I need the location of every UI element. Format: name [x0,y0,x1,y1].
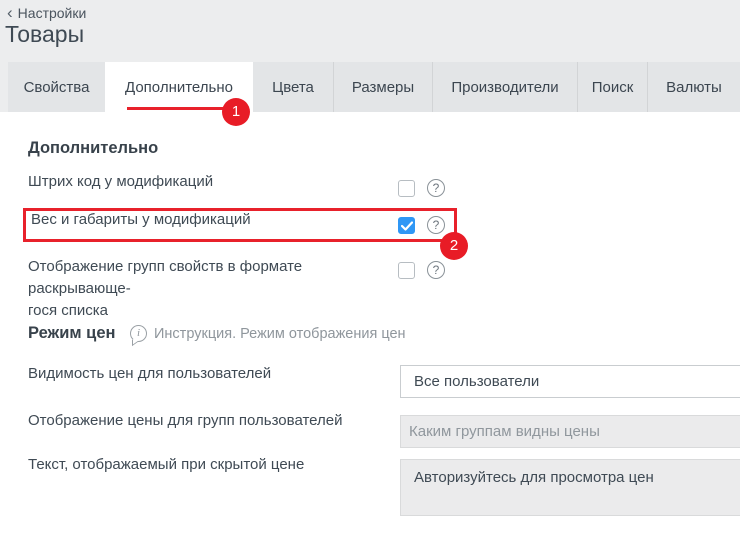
info-bubble-icon: i [130,325,147,342]
checkbox-property-groups-dropdown[interactable] [398,262,415,279]
price-visibility-select[interactable] [400,365,740,398]
section-heading-additional: Дополнительно [28,139,158,158]
back-link-settings[interactable]: ‹ Настройки [7,5,86,21]
tab-currencies[interactable]: Валюты [647,62,740,112]
tab-label: Размеры [352,79,414,96]
annotation-badge-1: 1 [222,98,250,126]
help-icon[interactable]: ? [427,216,445,234]
tab-content-additional: Дополнительно Штрих код у модификаций ? … [0,112,740,540]
chevron-left-icon: ‹ [7,6,13,20]
checkbox-barcode-modifications[interactable] [398,180,415,197]
tab-label: Дополнительно [125,79,233,96]
checkbox-row-label-barcode: Штрих код у модификаций [28,171,388,193]
tab-sizes[interactable]: Размеры [333,62,432,112]
help-icon[interactable]: ? [427,179,445,197]
price-mode-instruction-link[interactable]: Инструкция. Режим отображения цен [154,326,406,342]
field-label-price-groups: Отображение цены для групп пользователей [28,410,388,432]
page-header: ‹ Настройки Товары [0,0,740,62]
checkmark-icon [401,221,413,231]
tab-colors[interactable]: Цвета [253,62,333,112]
field-label-price-visibility: Видимость цен для пользователей [28,363,388,385]
tab-manufacturers[interactable]: Производители [432,62,577,112]
tab-label: Валюты [666,79,722,96]
settings-page: ‹ Настройки Товары Свойства Дополнительн… [0,0,740,540]
tab-label: Свойства [24,79,90,96]
checkbox-row-label-property-groups: Отображение групп свойств в формате раск… [28,256,400,322]
field-label-hidden-price-text: Текст, отображаемый при скрытой цене [28,454,388,476]
section-heading-price-mode: Режим цен [28,324,115,343]
tab-properties[interactable]: Свойства [8,62,105,112]
tab-search[interactable]: Поиск [577,62,647,112]
price-groups-input[interactable] [400,415,740,448]
help-icon[interactable]: ? [427,261,445,279]
tab-label: Цвета [272,79,314,96]
annotation-badge-2: 2 [440,232,468,260]
hidden-price-text-input[interactable]: Авторизуйтесь для просмотра цен [400,459,740,516]
back-link-label: Настройки [18,5,87,21]
tab-label: Производители [451,79,558,96]
tab-bar: Свойства Дополнительно Цвета Размеры Про… [0,62,740,112]
checkbox-weight-dimensions-modifications[interactable] [398,217,415,234]
checkbox-row-label-weight: Вес и габариты у модификаций [31,209,391,231]
tab-label: Поиск [592,79,634,96]
page-title: Товары [5,21,84,48]
